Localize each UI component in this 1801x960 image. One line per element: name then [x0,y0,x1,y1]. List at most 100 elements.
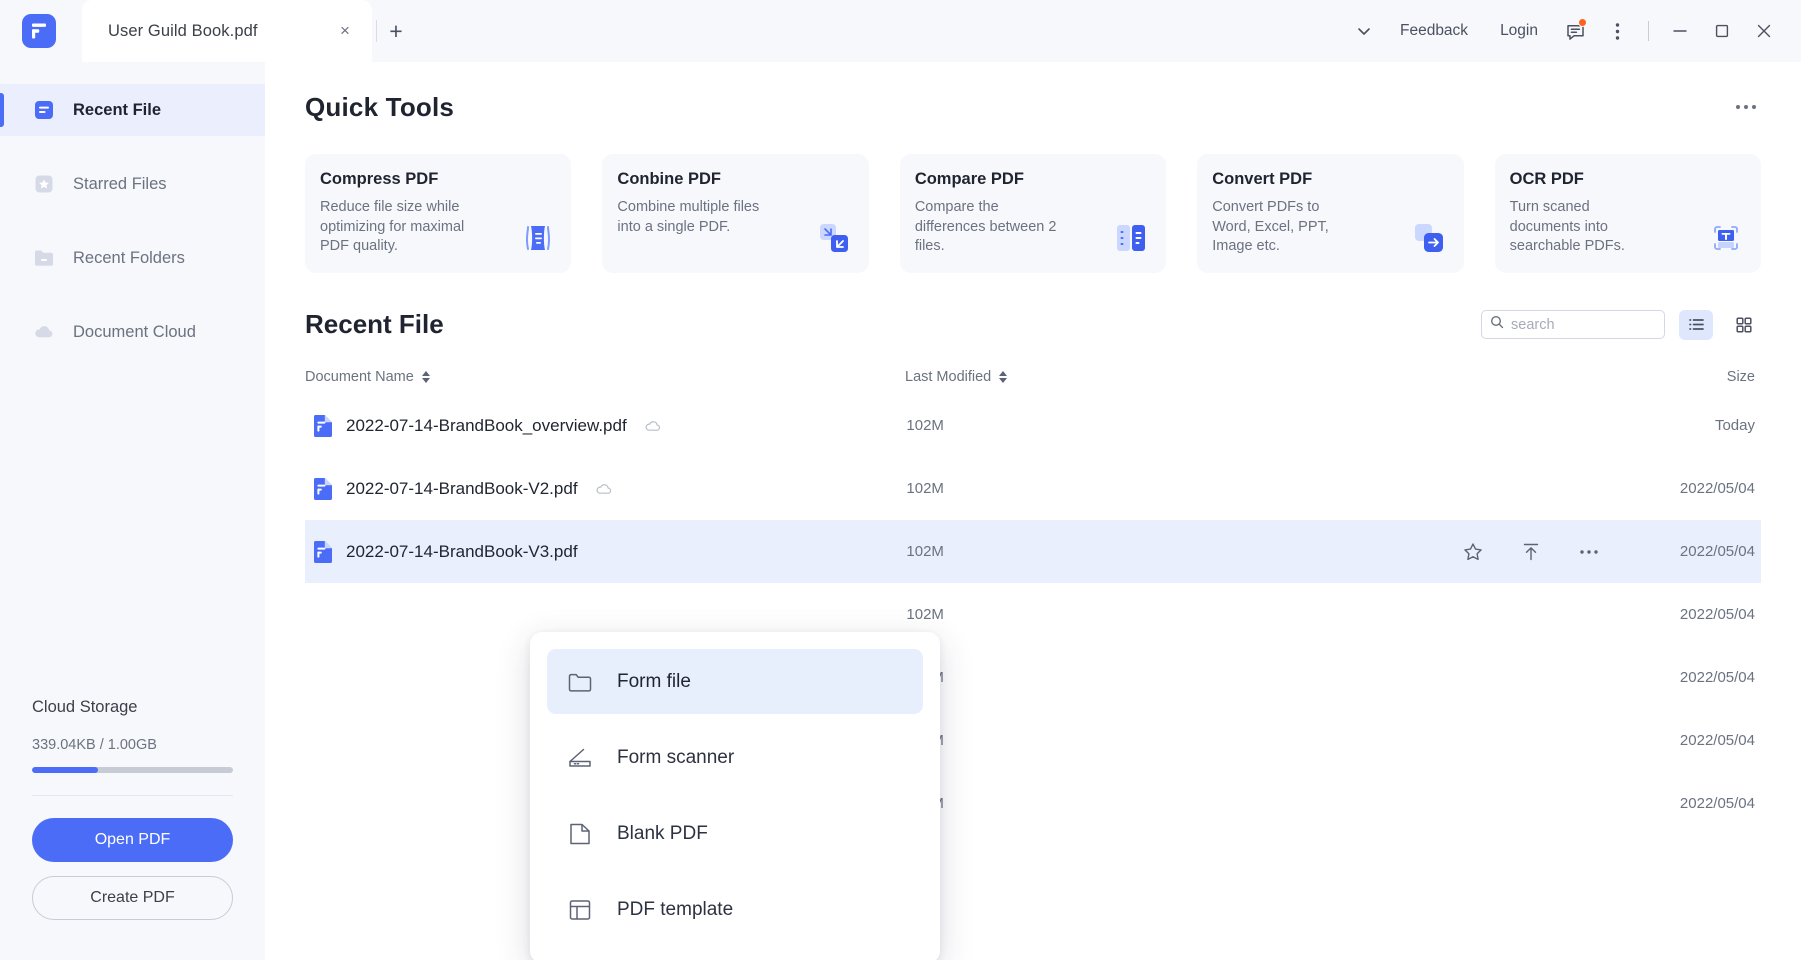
upload-action-icon[interactable] [1518,728,1544,754]
search-input[interactable] [1511,317,1656,333]
sidebar: Recent File Starred Files [0,62,265,960]
row-size: Today [1642,417,1761,434]
tab-separator [376,20,377,42]
sidebar-item-starred-files[interactable]: Starred Files [0,158,265,210]
new-tab-icon[interactable]: + [381,16,411,46]
quick-tool-card-convert-pdf[interactable]: Convert PDF Convert PDFs to Word, Excel,… [1197,154,1463,273]
scanner-icon [565,743,595,773]
dropdown-label: Form file [617,671,691,693]
card-title: Compress PDF [320,170,553,189]
row-more-action-icon[interactable] [1576,728,1602,754]
star-action-icon[interactable] [1460,791,1486,817]
card-description: Turn scaned documents into searchable PD… [1510,198,1658,257]
chevron-down-icon[interactable] [1344,11,1384,51]
row-more-action-icon[interactable] [1576,602,1602,628]
dropdown-item-blank-pdf[interactable]: Blank PDF [547,801,923,866]
table-row[interactable]: 2022-07-14-BrandBook-V2.pdf 102M 2022/05… [305,457,1761,520]
row-more-action-icon[interactable] [1576,791,1602,817]
column-header-document-name[interactable]: Document Name [305,369,905,385]
table-rows: 2022-07-14-BrandBook_overview.pdf 102M T… [305,394,1761,835]
quick-tool-card-conbine-pdf[interactable]: Conbine PDF Combine multiple files into … [602,154,868,273]
upload-action-icon[interactable] [1518,665,1544,691]
minimize-button[interactable] [1659,11,1701,51]
star-action-icon[interactable] [1460,602,1486,628]
upload-action-icon[interactable] [1518,602,1544,628]
table-row[interactable]: 102M 2022/05/04 [305,772,1761,835]
open-pdf-button[interactable]: Open PDF [32,818,233,862]
quick-tools-header: Quick Tools [265,62,1801,124]
close-tab-icon[interactable]: × [332,18,358,44]
close-window-button[interactable] [1743,11,1785,51]
upload-action-icon[interactable] [1518,413,1544,439]
row-more-action-icon[interactable] [1576,476,1602,502]
folder-outline-icon [565,667,595,697]
dropdown-item-form-scanner[interactable]: Form scanner [547,725,923,790]
feedback-link[interactable]: Feedback [1384,22,1484,40]
card-description: Reduce file size while optimizing for ma… [320,198,468,257]
sidebar-item-recent-file[interactable]: Recent File [0,84,265,136]
row-more-action-icon[interactable] [1576,413,1602,439]
upload-action-icon[interactable] [1518,476,1544,502]
row-last-modified: 102M [906,795,1460,812]
quick-tools-more-icon[interactable] [1729,90,1763,124]
table-row[interactable]: 102M 2022/05/04 [305,709,1761,772]
ocr-icon [1705,217,1747,259]
cloud-sync-icon [644,419,661,433]
row-last-modified: 102M [906,543,1460,560]
table-row[interactable]: 2022-07-14-BrandBook-V3.pdf102M 2022/05/… [305,520,1761,583]
upload-action-icon[interactable] [1518,539,1544,565]
sidebar-item-recent-folders[interactable]: Recent Folders [0,232,265,284]
page-icon [565,819,595,849]
cloud-storage-panel: Cloud Storage 339.04KB / 1.00GB Open PDF… [0,698,265,960]
recent-file-title: Recent File [305,309,444,340]
star-action-icon[interactable] [1460,476,1486,502]
dropdown-label: PDF template [617,899,733,921]
column-label: Last Modified [905,369,991,385]
messages-icon[interactable] [1554,11,1596,51]
recent-file-header: Recent File [265,273,1801,340]
create-pdf-button[interactable]: Create PDF [32,876,233,920]
sidebar-item-document-cloud[interactable]: Document Cloud [0,306,265,358]
maximize-button[interactable] [1701,11,1743,51]
row-actions [1460,539,1602,565]
dropdown-item-pdf-template[interactable]: PDF template [547,877,923,942]
row-more-action-icon[interactable] [1576,665,1602,691]
dropdown-item-form-file[interactable]: Form file [547,649,923,714]
quick-tool-card-ocr-pdf[interactable]: OCR PDF Turn scaned documents into searc… [1495,154,1761,273]
row-last-modified: 102M [906,732,1460,749]
list-view-button[interactable] [1679,310,1713,340]
column-header-size[interactable]: Size [1727,369,1761,385]
recent-file-icon [33,99,55,121]
app-body: Recent File Starred Files [0,62,1801,960]
convert-icon [1408,217,1450,259]
cloud-icon [33,321,55,343]
table-row[interactable]: 2022-07-14-BrandBook_overview.pdf 102M T… [305,394,1761,457]
row-document-name: 2022-07-14-BrandBook-V3.pdf [313,540,906,564]
row-more-action-icon[interactable] [1576,539,1602,565]
search-box[interactable] [1481,310,1665,339]
star-action-icon[interactable] [1460,413,1486,439]
row-size: 2022/05/04 [1642,480,1761,497]
quick-tool-card-compress-pdf[interactable]: Compress PDF Reduce file size while opti… [305,154,571,273]
table-row[interactable]: 102M 2022/05/04 [305,583,1761,646]
sort-icon[interactable] [999,371,1007,383]
create-pdf-dropdown-menu: Form file Form scanner [530,632,940,960]
row-last-modified: 102M [906,669,1460,686]
document-tab[interactable]: User Guild Book.pdf × [82,0,372,62]
sort-icon[interactable] [422,371,430,383]
star-action-icon[interactable] [1460,665,1486,691]
row-size: 2022/05/04 [1642,732,1761,749]
more-options-icon[interactable] [1596,11,1638,51]
pdf-file-icon [313,414,333,438]
login-link[interactable]: Login [1484,22,1554,40]
upload-action-icon[interactable] [1518,791,1544,817]
row-document-name: 2022-07-14-BrandBook-V2.pdf [313,477,906,501]
grid-view-button[interactable] [1727,310,1761,340]
main-content: Quick Tools Compress PDF Reduce file siz… [265,62,1801,960]
star-action-icon[interactable] [1460,539,1486,565]
table-row[interactable]: 102M 2022/05/04 [305,646,1761,709]
column-header-last-modified[interactable]: Last Modified [905,369,1465,385]
row-size: 2022/05/04 [1642,606,1761,623]
star-action-icon[interactable] [1460,728,1486,754]
quick-tool-card-compare-pdf[interactable]: Compare PDF Compare the differences betw… [900,154,1166,273]
